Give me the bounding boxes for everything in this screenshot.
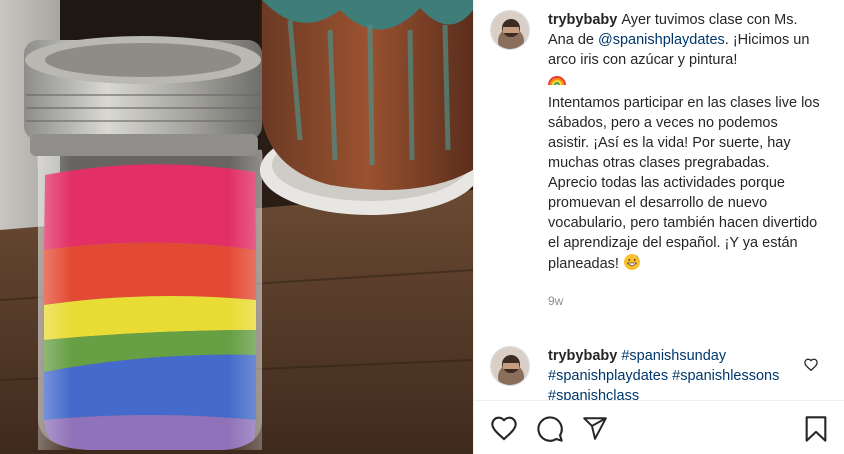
comment-like-button[interactable] bbox=[804, 358, 818, 376]
avatar[interactable] bbox=[490, 10, 530, 50]
share-button[interactable] bbox=[582, 415, 610, 443]
comment-icon bbox=[537, 416, 563, 442]
post-timestamp[interactable]: 9w bbox=[548, 291, 820, 311]
grinning-sweat-emoji-icon bbox=[623, 253, 641, 277]
comment-button[interactable] bbox=[536, 415, 564, 443]
hashtag-link[interactable]: #spanishplaydates bbox=[548, 368, 668, 384]
caption-username[interactable]: trybybaby bbox=[548, 12, 617, 28]
bookmark-icon bbox=[805, 416, 827, 442]
caption-text: trybybaby Ayer tuvimos clase con Ms. Ana … bbox=[548, 10, 820, 311]
like-button[interactable] bbox=[490, 415, 518, 443]
avatar-image bbox=[491, 11, 529, 49]
comment-text: trybybaby #spanishsunday #spanishplaydate… bbox=[548, 346, 788, 400]
heart-small-icon bbox=[804, 358, 818, 372]
hashtag-comment: trybybaby #spanishsunday #spanishplaydate… bbox=[490, 346, 832, 400]
save-button[interactable] bbox=[804, 415, 832, 443]
hashtag-link[interactable]: #spanishclass bbox=[548, 388, 639, 400]
post-photo[interactable] bbox=[0, 0, 473, 454]
avatar[interactable] bbox=[490, 346, 530, 386]
post-sidebar: trybybaby Ayer tuvimos clase con Ms. Ana … bbox=[473, 0, 844, 454]
paper-plane-icon bbox=[583, 417, 607, 440]
comment-username[interactable]: trybybaby bbox=[548, 348, 617, 364]
hashtag-link[interactable]: #spanishsunday bbox=[621, 348, 726, 364]
rainbow-emoji-icon bbox=[548, 71, 566, 93]
caption-paragraph-2: Intentamos participar en las clases live… bbox=[548, 95, 820, 272]
rainbow-sugar-jar-image bbox=[0, 0, 473, 454]
post-actions-bar bbox=[474, 400, 844, 454]
caption-comment: trybybaby Ayer tuvimos clase con Ms. Ana … bbox=[490, 10, 832, 311]
hashtag-link[interactable]: #spanishlessons bbox=[672, 368, 779, 384]
instagram-post: trybybaby Ayer tuvimos clase con Ms. Ana … bbox=[0, 0, 844, 454]
heart-icon bbox=[491, 416, 517, 441]
avatar-image bbox=[491, 347, 529, 385]
comments-panel[interactable]: trybybaby Ayer tuvimos clase con Ms. Ana … bbox=[474, 0, 844, 400]
mention-link[interactable]: @spanishplaydates bbox=[598, 32, 725, 48]
